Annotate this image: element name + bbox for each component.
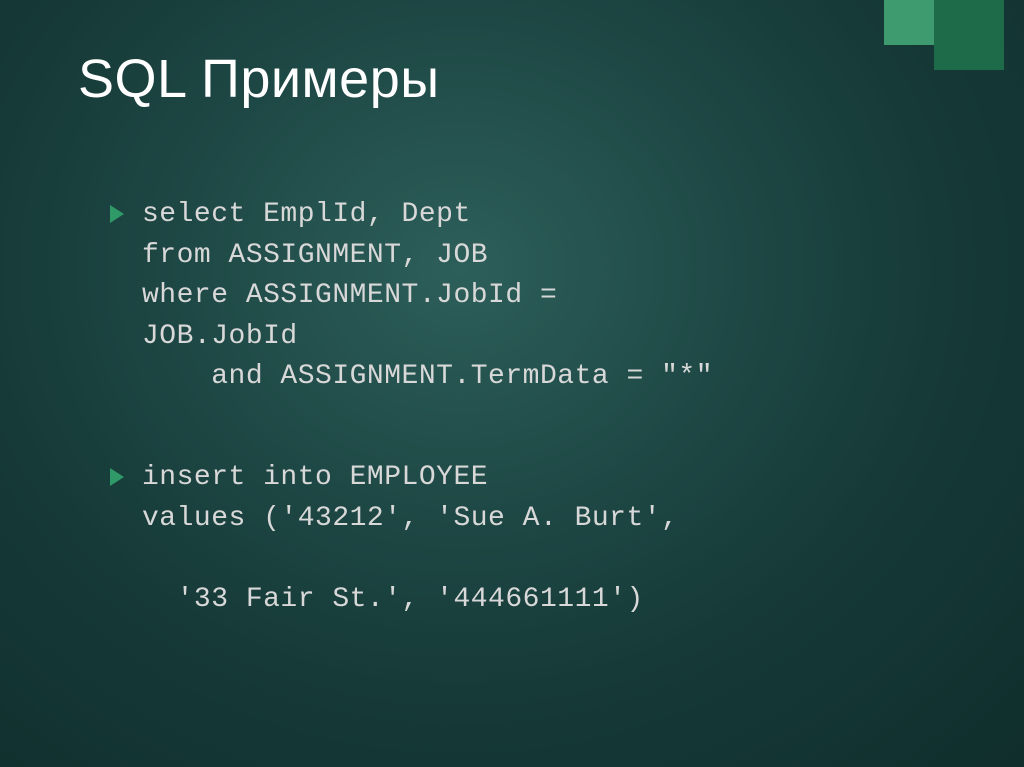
code-block: insert into EMPLOYEE values ('43212', 'S… bbox=[142, 458, 678, 620]
slide-content: select EmplId, Dept from ASSIGNMENT, JOB… bbox=[110, 195, 930, 680]
corner-accent bbox=[884, 0, 1024, 70]
accent-dark-block bbox=[934, 0, 1004, 70]
bullet-item: select EmplId, Dept from ASSIGNMENT, JOB… bbox=[110, 195, 930, 398]
slide-title: SQL Примеры bbox=[78, 48, 440, 110]
accent-light-block bbox=[884, 0, 934, 45]
code-block: select EmplId, Dept from ASSIGNMENT, JOB… bbox=[142, 195, 713, 398]
bullet-item: insert into EMPLOYEE values ('43212', 'S… bbox=[110, 458, 930, 620]
bullet-marker-icon bbox=[110, 468, 124, 486]
bullet-marker-icon bbox=[110, 205, 124, 223]
